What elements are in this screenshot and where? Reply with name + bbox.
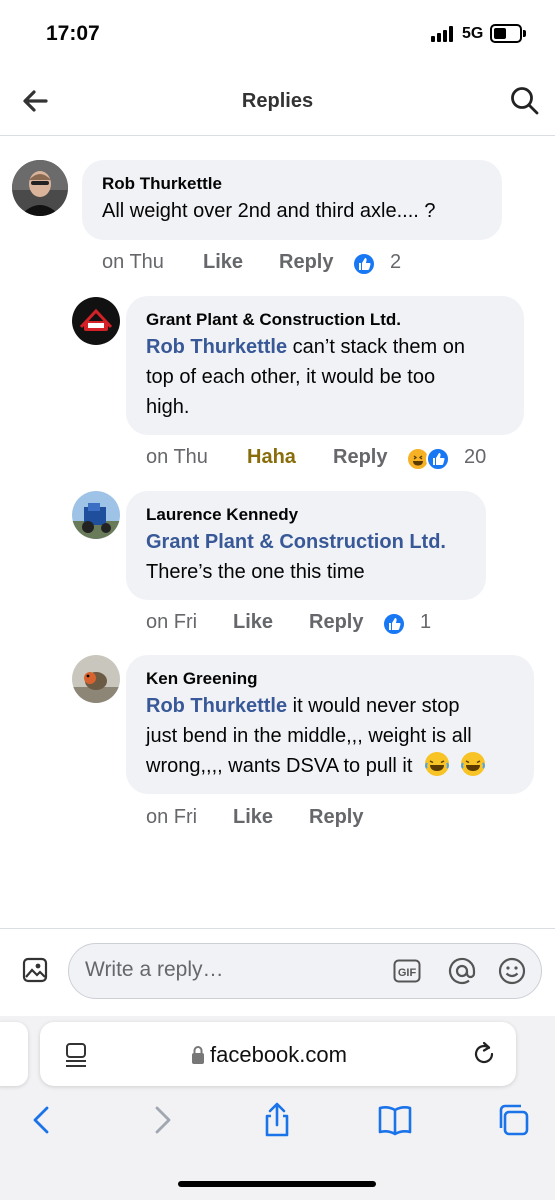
comment-text-line: There’s the one this time <box>146 561 365 583</box>
comment-actions: on Fri Like Reply 1 <box>146 611 446 641</box>
url-text: facebook.com <box>210 1042 347 1067</box>
comment-time[interactable]: on Thu <box>146 446 208 469</box>
emoji-icon[interactable] <box>497 956 527 986</box>
battery-tip <box>523 30 526 37</box>
laughing-emoji-icon <box>424 752 449 776</box>
signal-icon <box>431 26 457 42</box>
comment-author[interactable]: Laurence Kennedy <box>146 503 466 527</box>
like-icon <box>382 612 406 636</box>
comment-bubble[interactable]: Ken Greening Rob Thurkettle it would nev… <box>126 655 534 794</box>
share-icon[interactable] <box>257 1100 297 1140</box>
status-time: 17:07 <box>46 22 100 45</box>
comment-bubble[interactable]: Rob Thurkettle All weight over 2nd and t… <box>82 160 502 240</box>
haha-button[interactable]: Haha <box>247 446 296 469</box>
browser-back-icon[interactable] <box>22 1100 62 1140</box>
reply-button[interactable]: Reply <box>279 251 333 274</box>
battery-icon <box>490 24 522 43</box>
mention-icon[interactable] <box>447 956 477 986</box>
reply-button[interactable]: Reply <box>333 446 387 469</box>
comment-text: Grant Plant & Construction Ltd. <box>146 527 466 557</box>
avatar-grant-plant[interactable] <box>72 297 120 345</box>
gif-icon[interactable]: GIF <box>393 959 421 983</box>
comment-time[interactable]: on Fri <box>146 611 197 634</box>
reaction-count[interactable]: 1 <box>420 611 431 634</box>
comment-author[interactable]: Rob Thurkettle <box>102 172 482 196</box>
network-label: 5G <box>462 25 484 42</box>
comment-text: All weight over 2nd and third axle.... ? <box>102 200 436 222</box>
avatar-rob-thurkettle[interactable] <box>12 160 68 216</box>
comment-actions: on Thu Haha Reply 20 <box>146 446 506 476</box>
comment-text-line: just bend in the middle,,, weight is all <box>146 725 472 747</box>
comment-author[interactable]: Ken Greening <box>146 667 514 691</box>
reply-button[interactable]: Reply <box>309 611 363 634</box>
avatar-laurence-kennedy[interactable] <box>72 491 120 539</box>
comment-text: Rob Thurkettle it would never stop <box>146 695 460 717</box>
browser-toolbar: facebook.com <box>0 1016 555 1200</box>
mention-link[interactable]: Rob Thurkettle <box>146 695 287 717</box>
browser-forward-icon[interactable] <box>142 1100 182 1140</box>
reply-placeholder: Write a reply… <box>85 958 224 981</box>
svg-text:GIF: GIF <box>398 967 417 979</box>
reaction-summary[interactable] <box>382 611 410 637</box>
avatar-ken-greening[interactable] <box>72 655 120 703</box>
comment-actions: on Thu Like Reply 2 <box>102 251 432 281</box>
status-bar: 17:07 5G <box>0 0 555 66</box>
comment-actions: on Fri Like Reply <box>146 806 446 836</box>
photo-icon[interactable] <box>22 957 48 983</box>
comment-author[interactable]: Grant Plant & Construction Ltd. <box>146 308 504 332</box>
lock-icon <box>190 1045 206 1065</box>
reaction-summary[interactable] <box>406 446 456 472</box>
comment-text-line: wrong,,,, wants DSVA to pull it <box>146 751 514 781</box>
like-button[interactable]: Like <box>203 251 243 274</box>
header: Replies <box>0 66 555 136</box>
comment-time[interactable]: on Thu <box>102 251 164 274</box>
search-icon[interactable] <box>508 84 542 118</box>
comment-bubble[interactable]: Grant Plant & Construction Ltd. Rob Thur… <box>126 296 524 435</box>
reply-input[interactable]: Write a reply… GIF <box>68 943 542 999</box>
like-button[interactable]: Like <box>233 806 273 829</box>
reload-icon[interactable] <box>470 1040 498 1068</box>
reply-button[interactable]: Reply <box>309 806 363 829</box>
laughing-emoji-icon <box>460 752 485 776</box>
previous-tab[interactable] <box>0 1022 28 1086</box>
reaction-count[interactable]: 2 <box>390 251 401 274</box>
reaction-count[interactable]: 20 <box>464 446 486 469</box>
comment-text-line: high. <box>146 396 190 418</box>
mention-link[interactable]: Rob Thurkettle <box>146 336 287 358</box>
reader-icon[interactable] <box>64 1042 88 1068</box>
tabs-icon[interactable] <box>493 1100 533 1140</box>
address-bar[interactable]: facebook.com <box>40 1022 516 1086</box>
reaction-summary[interactable] <box>352 251 380 277</box>
mention-link[interactable]: Grant Plant & Construction Ltd. <box>146 531 446 553</box>
page-title: Replies <box>241 90 314 112</box>
reply-composer: Write a reply… GIF <box>0 928 555 1016</box>
comment-time[interactable]: on Fri <box>146 806 197 829</box>
comment-text-line: top of each other, it would be too <box>146 366 436 388</box>
home-indicator <box>178 1181 376 1187</box>
comment-text: Rob Thurkettle can’t stack them on <box>146 336 465 358</box>
comment-bubble[interactable]: Laurence Kennedy Grant Plant & Construct… <box>126 491 486 600</box>
like-button[interactable]: Like <box>233 611 273 634</box>
like-icon <box>352 252 376 276</box>
bookmarks-icon[interactable] <box>375 1100 415 1140</box>
like-icon <box>426 447 450 471</box>
